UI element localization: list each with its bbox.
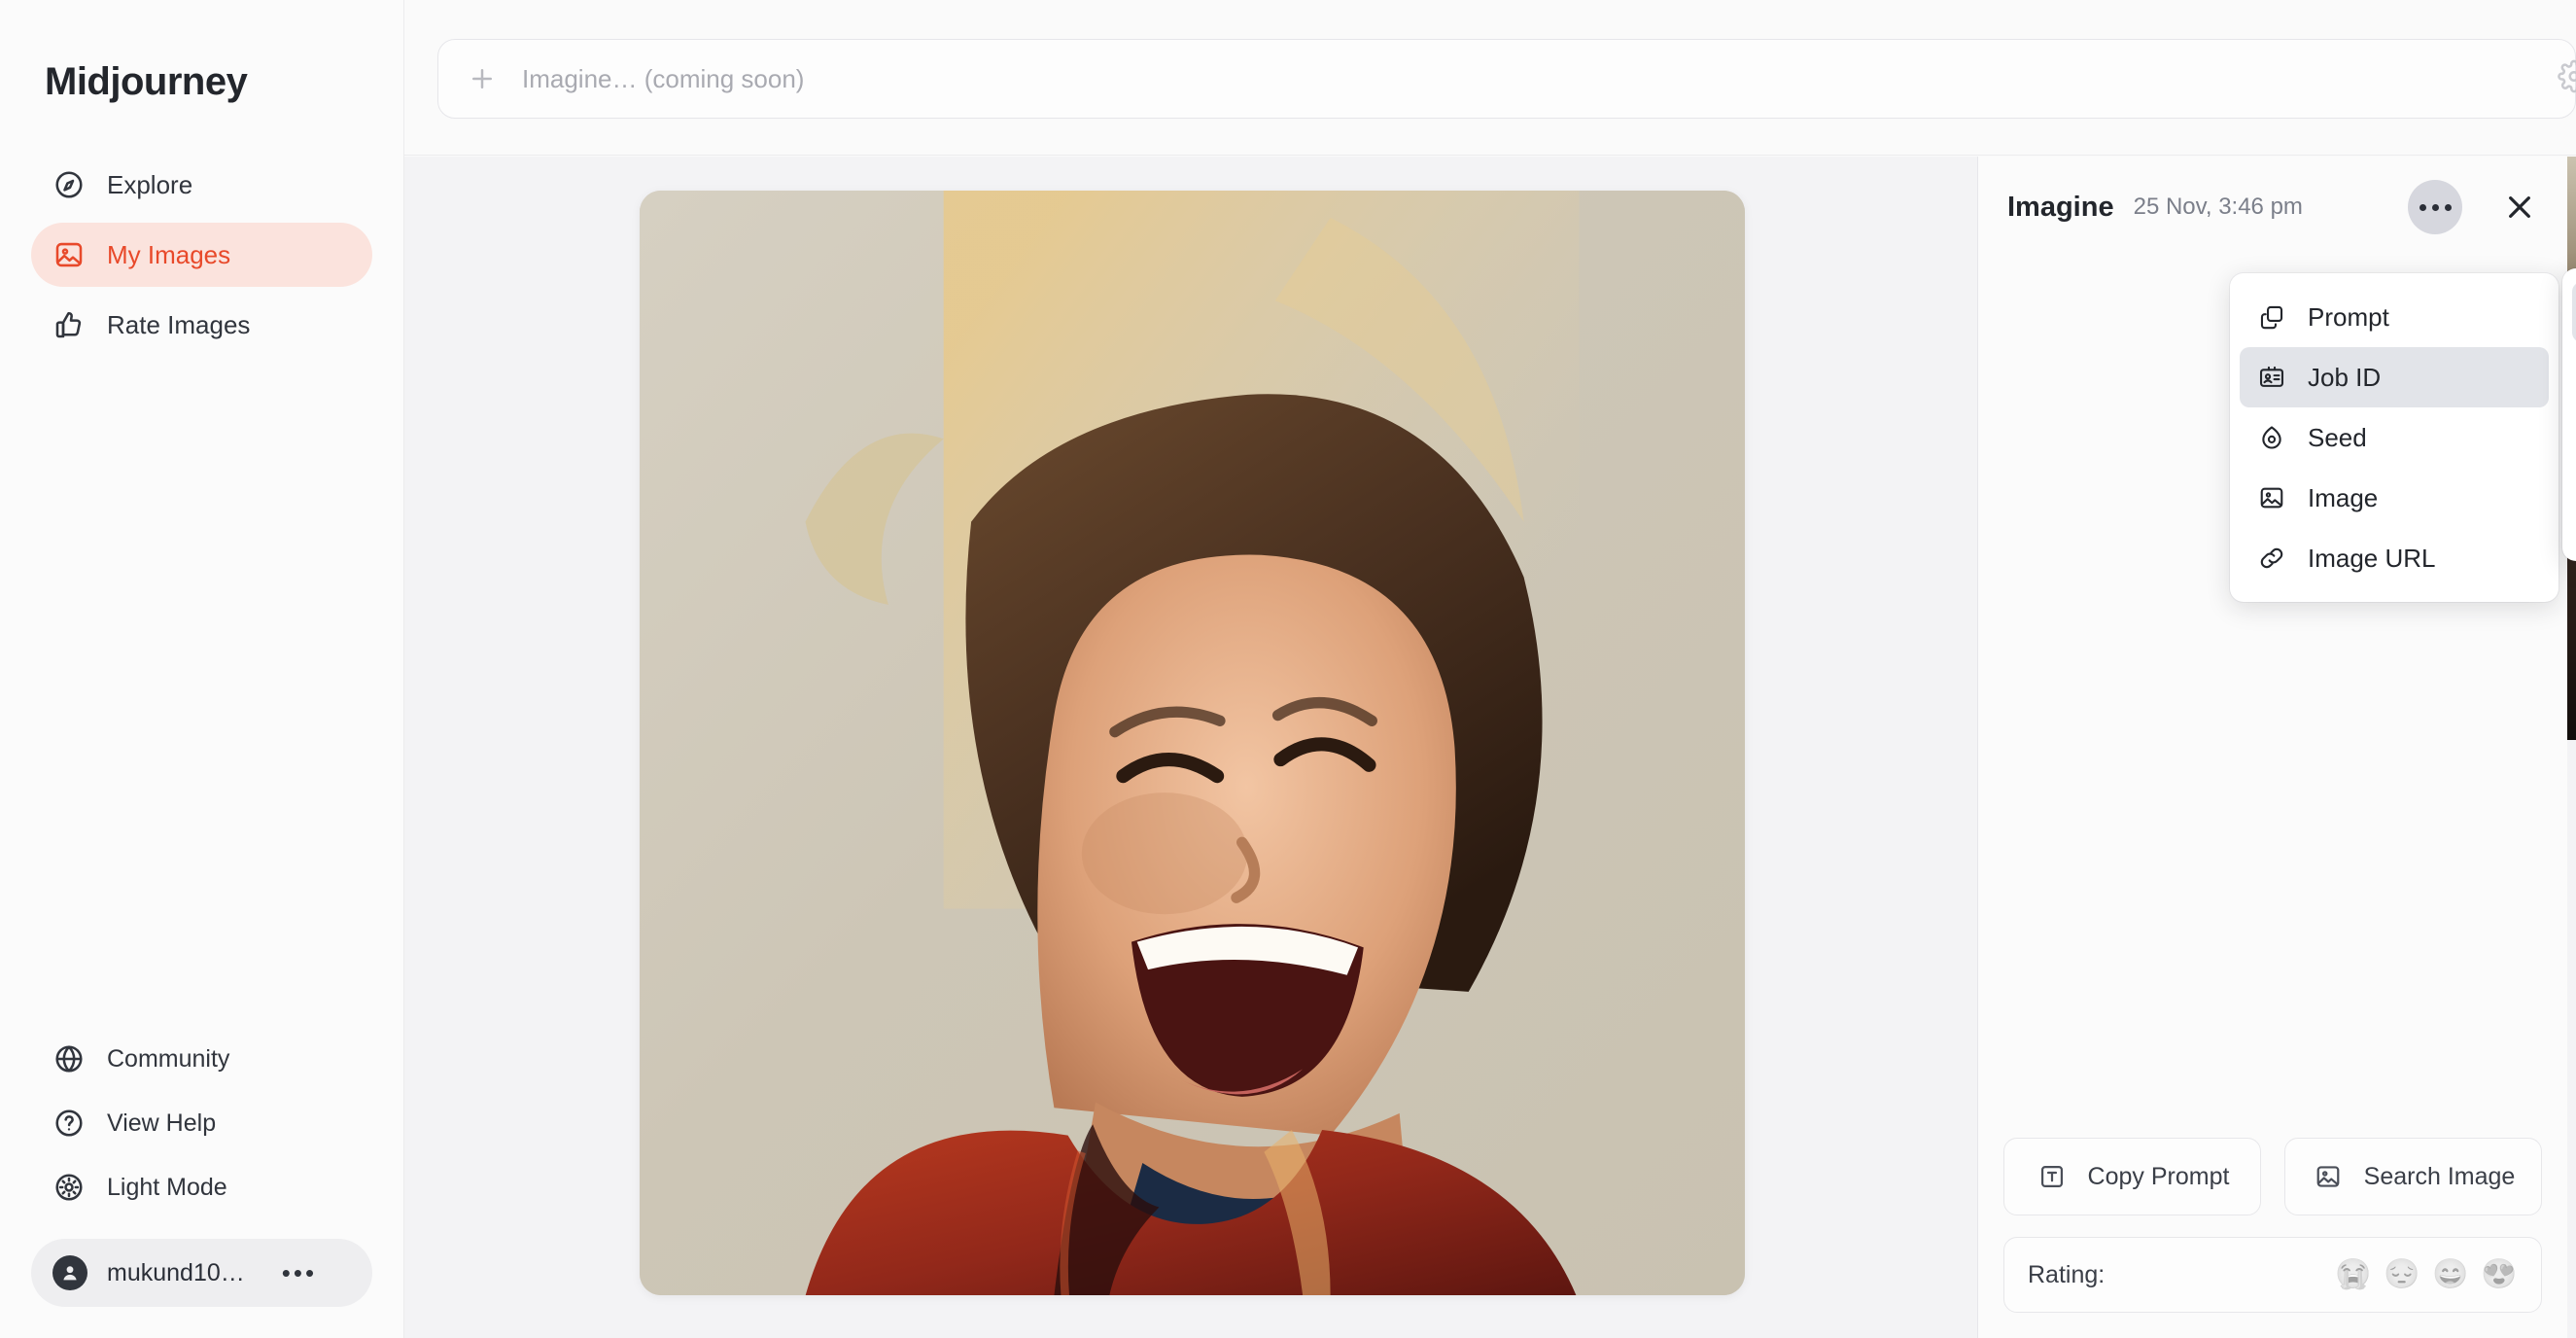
compass-icon	[52, 168, 86, 201]
sidebar-footer: Community View Help Light Mode mukund10…	[31, 1029, 372, 1307]
app-brand-title: Midjourney	[45, 60, 248, 103]
gear-icon[interactable]	[2558, 59, 2576, 98]
menu-item-report[interactable]: Report	[2572, 342, 2576, 403]
sidebar-item-community[interactable]: Community	[31, 1029, 372, 1089]
sidebar-item-my-images[interactable]: My Images	[31, 223, 372, 287]
sidebar-item-rate-images[interactable]: Rate Images	[31, 293, 372, 357]
details-panel-header: Imagine 25 Nov, 3:46 pm	[1978, 157, 2567, 258]
thumbs-up-icon	[52, 308, 86, 341]
menu-item-label: Job ID	[2308, 362, 2382, 392]
menu-item-label: Seed	[2308, 422, 2367, 452]
menu-item-open-in-discord[interactable]: Open in Discord	[2572, 487, 2576, 547]
image-icon	[52, 238, 86, 271]
close-icon[interactable]	[2497, 185, 2542, 229]
menu-item-label: Image URL	[2308, 543, 2436, 573]
crying-face-icon[interactable]: 😭	[2335, 1256, 2372, 1293]
image-search-icon	[2312, 1160, 2345, 1193]
menu-item-image-url[interactable]: Image URL	[2240, 528, 2549, 588]
user-account-row[interactable]: mukund10… •••	[31, 1239, 372, 1307]
topbar: Imagine… (coming soon)	[404, 0, 2576, 156]
generated-image-preview[interactable]	[640, 191, 1745, 1295]
menu-item-prompt[interactable]: Prompt	[2240, 287, 2549, 347]
timestamp: 25 Nov, 3:46 pm	[2133, 194, 2303, 220]
copy-icon	[2257, 302, 2286, 332]
image-icon	[2257, 483, 2286, 512]
rating-label: Rating:	[2028, 1260, 2106, 1288]
user-menu-icon[interactable]: •••	[282, 1260, 317, 1285]
sidebar-item-label: Explore	[107, 169, 193, 199]
menu-item-copy[interactable]: Copy	[2572, 282, 2576, 342]
imagine-prompt-bar[interactable]: Imagine… (coming soon)	[437, 39, 2576, 119]
sidebar-item-label: View Help	[107, 1109, 217, 1137]
seed-icon	[2257, 423, 2286, 452]
imagine-input-placeholder[interactable]: Imagine… (coming soon)	[522, 64, 804, 94]
details-panel-actions: Copy Prompt Search Image Rating: 😭 😔 😄 😍	[1978, 1138, 2567, 1338]
menu-item-label: Prompt	[2308, 301, 2389, 332]
link-icon	[2257, 544, 2286, 573]
main-area: Imagine… (coming soon) Imagine 25 Nov, 3…	[404, 0, 2576, 1338]
sun-icon	[52, 1171, 86, 1204]
app-root: Midjourney Explore My Images Rate Images	[0, 0, 2576, 1338]
sidebar: Midjourney Explore My Images Rate Images	[0, 0, 404, 1338]
sad-face-icon[interactable]: 😔	[2384, 1256, 2420, 1293]
avatar	[52, 1255, 87, 1290]
sidebar-item-label: Light Mode	[107, 1173, 227, 1201]
smiling-face-icon[interactable]: 😄	[2432, 1256, 2469, 1293]
plus-icon[interactable]	[468, 64, 497, 93]
rating-row: Rating: 😭 😔 😄 😍	[2003, 1237, 2542, 1313]
dot	[2431, 203, 2439, 211]
menu-item-job-id[interactable]: Job ID	[2240, 347, 2549, 407]
sidebar-item-light-mode[interactable]: Light Mode	[31, 1157, 372, 1217]
dot	[2444, 203, 2452, 211]
context-menu: Copy Report Download	[2562, 268, 2576, 561]
menu-item-download[interactable]: Download	[2572, 427, 2576, 487]
text-box-icon	[2036, 1160, 2069, 1193]
dot	[2419, 203, 2426, 211]
copy-submenu: Prompt Job ID Seed Image Image URL	[2230, 273, 2559, 602]
heart-eyes-face-icon[interactable]: 😍	[2481, 1256, 2518, 1293]
search-image-label: Search Image	[2363, 1162, 2516, 1190]
sidebar-item-label: Community	[107, 1044, 230, 1073]
menu-item-image[interactable]: Image	[2240, 468, 2549, 528]
rating-face-group: 😭 😔 😄 😍	[2335, 1256, 2518, 1293]
page-title: Imagine	[2007, 191, 2114, 223]
id-card-icon	[2257, 363, 2286, 392]
copy-prompt-label: Copy Prompt	[2087, 1162, 2230, 1190]
action-button-row: Copy Prompt Search Image	[2003, 1138, 2542, 1215]
question-circle-icon	[52, 1107, 86, 1140]
ellipsis-icon[interactable]	[2408, 180, 2462, 234]
search-image-button[interactable]: Search Image	[2284, 1138, 2542, 1215]
copy-prompt-button[interactable]: Copy Prompt	[2003, 1138, 2261, 1215]
sidebar-item-label: Rate Images	[107, 309, 251, 339]
globe-icon	[52, 1042, 86, 1075]
sidebar-item-explore[interactable]: Explore	[31, 153, 372, 217]
laughing-boy-painting	[640, 191, 1745, 1295]
menu-item-label: Image	[2308, 482, 2379, 512]
sidebar-item-label: My Images	[107, 239, 231, 269]
sidebar-item-view-help[interactable]: View Help	[31, 1093, 372, 1153]
sidebar-nav: Explore My Images Rate Images	[31, 153, 372, 357]
menu-item-seed[interactable]: Seed	[2240, 407, 2549, 468]
user-name: mukund10…	[107, 1258, 245, 1286]
